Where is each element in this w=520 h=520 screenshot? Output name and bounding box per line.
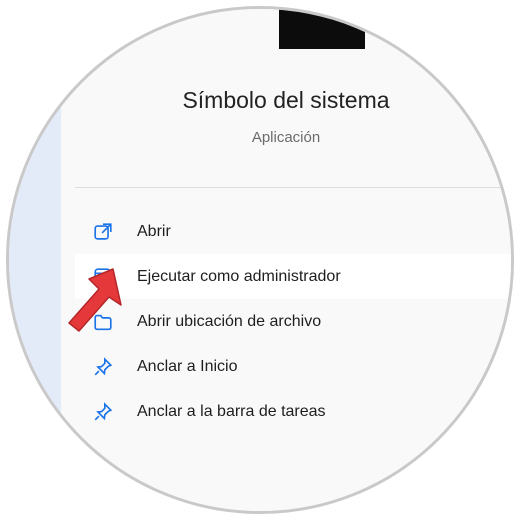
menu-item-label: Abrir <box>137 222 171 240</box>
divider <box>75 187 511 188</box>
menu-item-open[interactable]: Abrir <box>75 209 511 254</box>
menu-item-pin-to-start[interactable]: Anclar a Inicio <box>75 344 511 389</box>
app-subtitle: Aplicación <box>251 129 321 146</box>
app-title: Símbolo del sistema <box>182 87 390 113</box>
command-prompt-app-icon <box>279 9 365 49</box>
pin-icon <box>91 400 115 424</box>
menu-item-label: Ejecutar como administrador <box>137 267 341 285</box>
menu-item-open-file-location[interactable]: Abrir ubicación de archivo <box>75 299 511 344</box>
menu-item-label: Abrir ubicación de archivo <box>137 312 322 330</box>
menu-item-label: Anclar a la barra de tareas <box>137 402 326 420</box>
menu-item-run-as-admin[interactable]: Ejecutar como administrador <box>75 254 511 299</box>
app-actions-menu: Abrir Ejecutar como administrador Abrir … <box>75 209 511 434</box>
start-menu-left-edge <box>9 9 61 511</box>
pin-icon <box>91 355 115 379</box>
menu-item-label: Anclar a Inicio <box>137 357 238 375</box>
open-external-icon <box>91 220 115 244</box>
menu-item-pin-to-taskbar[interactable]: Anclar a la barra de tareas <box>75 389 511 434</box>
zoom-circle: Símbolo del sistema Aplicación Abrir Eje… <box>6 6 514 514</box>
annotation-arrow-icon <box>68 268 122 332</box>
